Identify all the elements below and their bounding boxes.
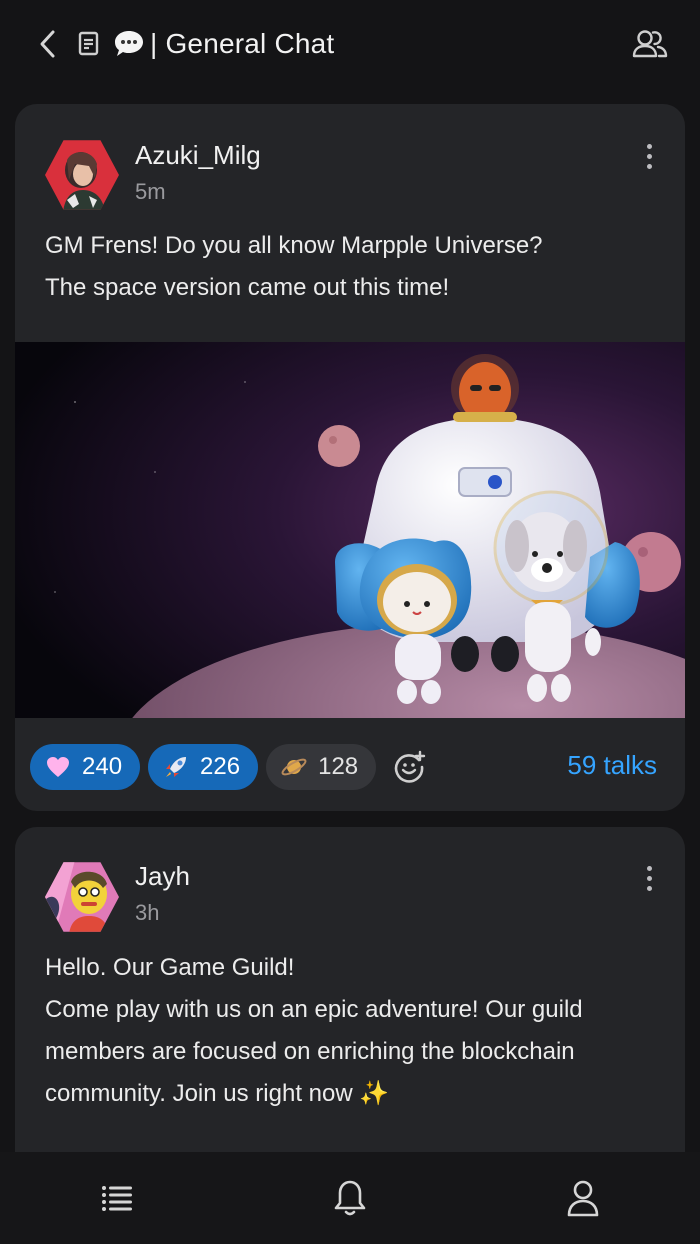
top-bar: | General Chat [0, 0, 700, 88]
reaction-count: 240 [82, 753, 123, 780]
document-icon[interactable] [74, 29, 104, 59]
post-time: 5m [135, 179, 166, 204]
planet-icon [280, 753, 308, 781]
post-text: GM Frens! Do you all know Marpple Univer… [45, 232, 543, 301]
back-icon[interactable] [30, 26, 66, 62]
reaction-count: 128 [318, 753, 359, 780]
post-text: Hello. Our Game Guild! Come play with us… [45, 954, 583, 1107]
add-reaction-icon[interactable] [390, 747, 430, 787]
post-image[interactable] [15, 342, 685, 718]
heart-icon [44, 753, 72, 781]
post-time: 3h [135, 900, 160, 925]
avatar[interactable] [45, 140, 119, 210]
author-name[interactable]: Jayh [135, 861, 190, 892]
list-icon[interactable] [92, 1173, 142, 1223]
author-name[interactable]: Azuki_Milg [135, 140, 261, 171]
post-card[interactable]: Azuki_Milg 5m GM Frens! Do you all know … [15, 104, 685, 811]
reaction-heart[interactable]: 240 [30, 744, 141, 790]
reaction-planet[interactable]: 128 [266, 744, 377, 790]
page-title: | General Chat [150, 28, 335, 59]
post-card[interactable]: Jayh 3h Hello. Our Game Guild! Come play… [15, 827, 685, 1157]
rocket-icon [162, 753, 190, 781]
reaction-bar: 240 226 128 [30, 744, 430, 790]
bell-icon[interactable] [325, 1173, 375, 1223]
bottom-nav [0, 1152, 700, 1244]
profile-icon[interactable] [558, 1173, 608, 1223]
reaction-rocket[interactable]: 226 [148, 744, 259, 790]
more-options-icon[interactable] [637, 858, 661, 898]
avatar[interactable] [45, 862, 119, 932]
talks-link[interactable]: 59 talks [567, 750, 657, 781]
chat-bubble-icon [112, 27, 146, 61]
reaction-count: 226 [200, 753, 241, 780]
more-options-icon[interactable] [637, 136, 661, 176]
members-icon[interactable] [630, 24, 670, 64]
